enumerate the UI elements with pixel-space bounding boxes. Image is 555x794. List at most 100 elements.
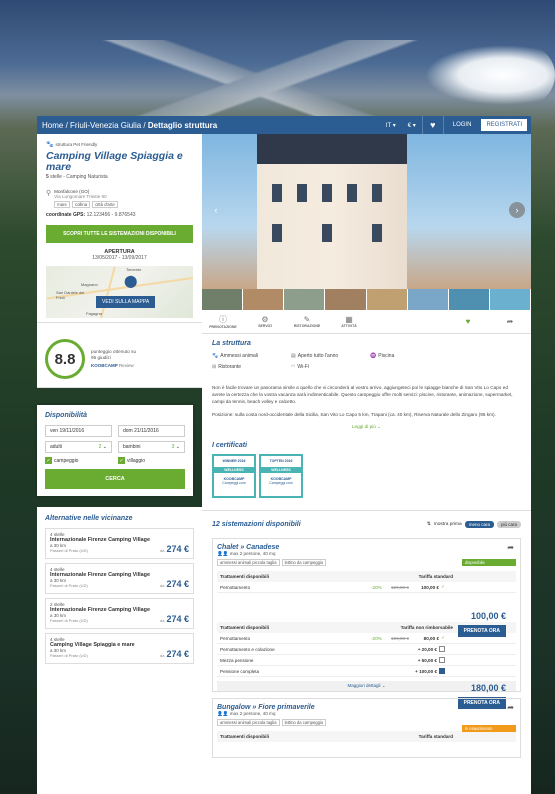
badge-site: Campeggi.com — [269, 481, 293, 485]
person-icon: 👤👤 — [217, 711, 229, 716]
amenity-pets: 🐾 Ammessi animali — [212, 353, 291, 359]
search-button[interactable]: CERCA — [45, 469, 185, 489]
thumbnail[interactable] — [284, 289, 326, 310]
prev-arrow-icon[interactable]: ‹ — [208, 202, 224, 218]
treatment-checkbox[interactable] — [439, 668, 445, 674]
structure-title: La struttura — [212, 340, 251, 347]
treatment-checkbox[interactable] — [439, 657, 445, 663]
topten-badge[interactable]: TOPTEN 2016 WELLNESS KOOBCAMP Campeggi.com — [259, 454, 303, 498]
mini-map[interactable]: Torcento Magnano San Daniele del Friuli … — [46, 266, 193, 318]
treatment-name: Pernottamento — [220, 635, 251, 641]
register-button[interactable]: REGISTRATI — [480, 118, 528, 132]
treatment-row[interactable]: Mezza pensione + 50,00 € — [217, 655, 516, 666]
winner-badge[interactable]: WINNER 2016 WELLNESS KOOBCAMP Campeggi.com — [212, 454, 256, 498]
thumbnail[interactable] — [366, 289, 408, 310]
tag-collina[interactable]: collina — [71, 201, 91, 208]
village-label: villaggio — [127, 457, 146, 464]
treatments-header: Trattamenti disponibili Tariffa standard — [217, 571, 516, 582]
price-prefix: da — [160, 548, 165, 553]
tab-booking[interactable]: ⓘ PRENOTAZIONE — [202, 314, 244, 329]
treatment-name: Pernottamento e colazione — [220, 646, 275, 652]
checkout-date-input[interactable]: dom 21/11/2016 — [118, 425, 185, 437]
badge-site: Campeggi.com — [222, 481, 246, 485]
gallery-main-photo[interactable]: ‹ › — [202, 134, 531, 289]
adults-select[interactable]: adulti 2 ⌄ — [45, 441, 112, 453]
favorites-heart-icon[interactable]: ♥ — [421, 116, 444, 134]
nearby-alternatives: Alternative nelle vicinanze 4 stelle Int… — [37, 507, 202, 794]
treatment-price: 80,00 € — [423, 635, 439, 641]
breadcrumb-region[interactable]: Friuli-Venezia Giulia — [70, 121, 141, 130]
tab-services[interactable]: ⚙ SERVIZI — [244, 315, 286, 328]
stars-count: 5 — [46, 174, 49, 180]
favorite-heart-icon[interactable]: ♥ — [447, 317, 489, 326]
accommodation-name[interactable]: Bungalow » Fiore primaverile — [217, 704, 516, 711]
sort-expensive-button[interactable]: più cara — [496, 521, 521, 528]
treatment-checkbox[interactable] — [439, 646, 445, 652]
old-price: 100,00 € — [391, 635, 409, 641]
tariff-label: Tariffa standard — [418, 574, 453, 579]
amenity-pool: ♒ Piscina — [370, 353, 449, 359]
sort-label: mostra prima — [433, 522, 462, 527]
price-prefix: da — [160, 653, 165, 658]
next-arrow-icon[interactable]: › — [509, 202, 525, 218]
alternative-card[interactable]: 4 stelle Internazionale Firenze Camping … — [45, 563, 194, 594]
chevron-down-icon: ⌄ — [102, 444, 107, 450]
thumbnail[interactable] — [202, 289, 244, 310]
currency-select[interactable]: € ▾ — [402, 122, 422, 129]
description-paragraph: Non è facile trovare un panorama simile … — [212, 385, 513, 404]
treatment-row[interactable]: Pernottamento e colazione + 20,00 € — [217, 644, 516, 655]
thumbnail[interactable] — [448, 289, 490, 310]
thumbnail[interactable] — [489, 289, 531, 310]
more-details-label: Maggiori dettagli — [347, 683, 381, 688]
review-score: 8.8 punteggio ottenuto su 96 giudizi KOO… — [37, 331, 202, 388]
score-ring: 8.8 — [45, 339, 85, 379]
camping-label: campeggio — [54, 457, 79, 464]
alternatives-title: Alternative nelle vicinanze — [45, 515, 133, 522]
map-label: Magnano — [81, 282, 98, 287]
score-line2[interactable]: 96 giudizi — [91, 355, 136, 361]
share-icon[interactable]: ➦ — [507, 703, 514, 712]
photo-window — [272, 224, 282, 242]
photo-window — [322, 184, 332, 202]
tariff-label: Tariffa standard — [418, 734, 453, 739]
gps-value: 12.123456 - 9.876543 — [86, 212, 136, 218]
treatments-label: Trattamenti disponibili — [220, 734, 270, 739]
village-checkbox[interactable]: ✓ villaggio — [118, 457, 185, 464]
tab-label: PRENOTAZIONE — [209, 325, 237, 329]
tab-dining[interactable]: ✎ RISTORAZIONE — [286, 315, 328, 328]
children-label: bambini — [123, 444, 141, 450]
photo-window — [322, 224, 332, 242]
view-on-map-button[interactable]: VEDI SULLA MAPPA — [96, 296, 156, 308]
share-icon[interactable]: ➦ — [507, 543, 514, 552]
checkin-date-input[interactable]: ven 19/11/2016 — [45, 425, 112, 437]
children-select[interactable]: bambini 3 ⌄ — [118, 441, 185, 453]
sort-cheapest-button[interactable]: meno cara — [464, 521, 494, 528]
accommodation-name[interactable]: Chalet » Canadese — [217, 544, 516, 551]
share-icon[interactable]: ➦ — [489, 317, 531, 326]
accommodation-capacity: 👤👤 max 2 persone, 40 mq — [217, 551, 516, 557]
tag: ammessi animali piccola taglia — [217, 719, 280, 726]
badge-title: TOPTEN 2016 — [269, 459, 293, 463]
camping-checkbox[interactable]: ✓ campeggio — [45, 457, 112, 464]
discover-accommodations-button[interactable]: SCOPRI TUTTE LE SISTEMAZIONI DISPONIBILI — [46, 225, 193, 243]
treatment-name: Pensione completa — [220, 668, 260, 674]
thumbnail[interactable] — [243, 289, 285, 310]
property-stars: 5 stelle - Camping Naturista — [46, 174, 193, 180]
tab-label: ATTIVITÀ — [341, 324, 357, 328]
alternative-card[interactable]: 2 stelle Internazionale Firenze Camping … — [45, 598, 194, 629]
price-value: 274 € — [166, 649, 189, 659]
thumbnail[interactable] — [325, 289, 367, 310]
login-link[interactable]: LOGIN — [444, 122, 481, 128]
breadcrumb-home[interactable]: Home — [42, 121, 63, 130]
alternative-card[interactable]: 4 stelle Internazionale Firenze Camping … — [45, 528, 194, 559]
book-now-button[interactable]: PRENOTA ORA — [457, 625, 506, 637]
tag-mare[interactable]: mare — [54, 201, 70, 208]
read-more-link[interactable]: Leggi di più ⌄ — [212, 424, 521, 430]
thumbnail[interactable] — [407, 289, 449, 310]
alternative-card[interactable]: 4 stelle Camping Village Spiaggia e mare… — [45, 633, 194, 664]
treatment-row[interactable]: Pensione completa + 100,00 € — [217, 666, 516, 677]
tag-citta-arte[interactable]: città d'arte — [92, 201, 118, 208]
tab-activities[interactable]: ▦ ATTIVITÀ — [328, 315, 370, 328]
language-select[interactable]: IT ▾ — [380, 122, 402, 129]
photo-window — [297, 184, 307, 202]
